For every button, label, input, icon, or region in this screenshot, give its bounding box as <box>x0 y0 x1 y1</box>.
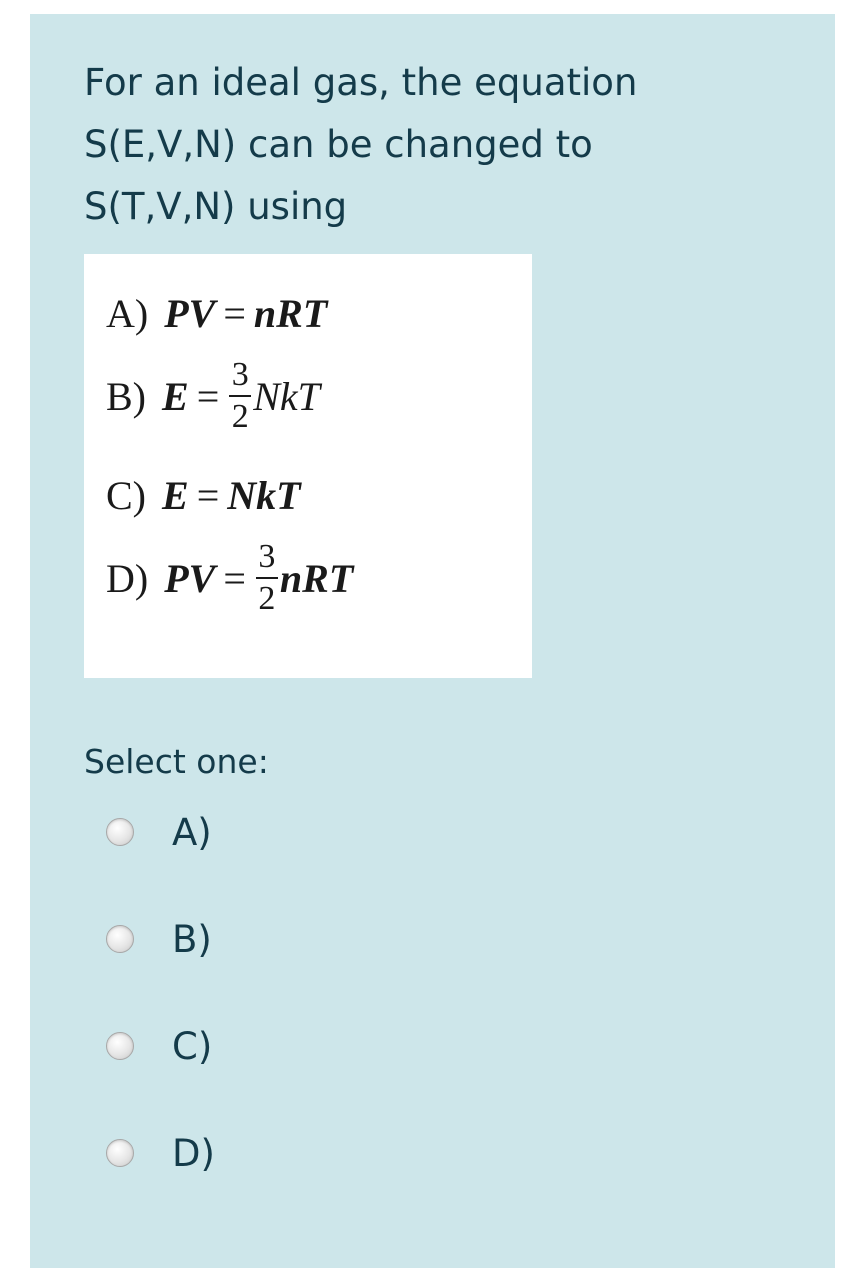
option-label[interactable]: C) <box>172 1025 212 1068</box>
equation-c: C) E = NkT <box>106 472 301 519</box>
equation-lhs: PV <box>164 291 216 336</box>
fraction-numerator: 3 <box>231 356 249 393</box>
equation-label: C) <box>106 473 146 518</box>
equation-rhs: NkT <box>253 373 320 419</box>
radio-button[interactable] <box>106 1032 134 1060</box>
question-line: S(T,V,N) using <box>84 185 348 228</box>
equation-rhs: nRT <box>253 291 328 336</box>
equation-op: = <box>223 555 246 601</box>
equation-label: D) <box>106 555 149 601</box>
equation-b: B) E = 3 2 NkT <box>106 358 320 434</box>
radio-button[interactable] <box>106 925 134 953</box>
question-line: For an ideal gas, the equation <box>84 61 638 104</box>
equation-label: B) <box>106 373 146 419</box>
equation-op: = <box>196 473 220 518</box>
equation-rhs: NkT <box>227 473 301 518</box>
option-b[interactable]: B) <box>106 909 212 969</box>
option-label[interactable]: A) <box>172 811 212 854</box>
question-text: For an ideal gas, the equation S(E,V,N) … <box>84 52 784 238</box>
fraction-denominator: 2 <box>255 577 278 616</box>
fraction: 3 2 <box>229 356 252 434</box>
radio-button[interactable] <box>106 818 134 846</box>
equation-lhs: E <box>162 373 189 419</box>
equation-lhs: E <box>162 473 189 518</box>
option-c[interactable]: C) <box>106 1016 212 1076</box>
equation-op: = <box>196 373 220 419</box>
equation-d: D) PV = 3 2 nRT <box>106 540 353 616</box>
equation-op: = <box>223 291 246 336</box>
question-line: S(E,V,N) can be changed to <box>84 123 593 166</box>
equations-image: A) PV = nRT B) E = 3 2 NkT C) E = NkT D)… <box>84 254 532 678</box>
select-one-label: Select one: <box>84 742 269 781</box>
equation-label: A) <box>106 291 149 336</box>
equation-a: A) PV = nRT <box>106 290 327 337</box>
option-a[interactable]: A) <box>106 802 212 862</box>
option-d[interactable]: D) <box>106 1123 215 1183</box>
radio-button[interactable] <box>106 1139 134 1167</box>
fraction: 3 2 <box>255 538 278 616</box>
option-label[interactable]: B) <box>172 918 212 961</box>
question-card: For an ideal gas, the equation S(E,V,N) … <box>30 14 835 1268</box>
fraction-numerator: 3 <box>258 538 276 575</box>
fraction-denominator: 2 <box>229 395 252 434</box>
equation-rhs: nRT <box>279 555 354 601</box>
option-label[interactable]: D) <box>172 1132 215 1175</box>
equation-lhs: PV <box>164 555 216 601</box>
